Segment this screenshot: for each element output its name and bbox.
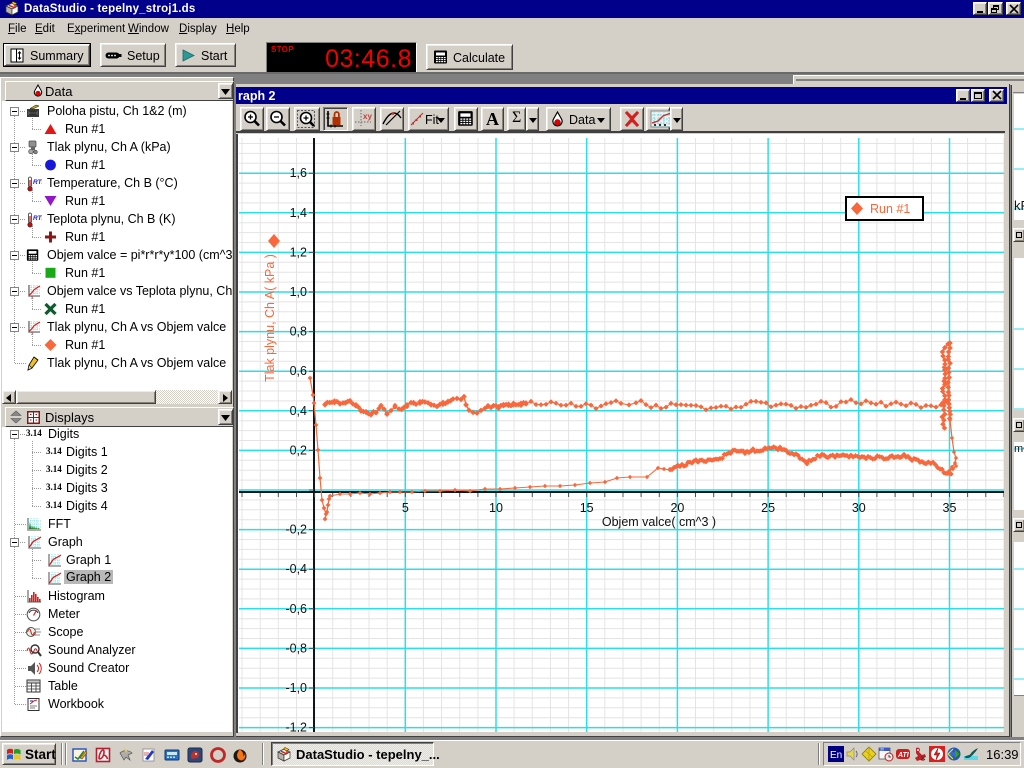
svg-text:0,4: 0,4 — [290, 404, 307, 418]
svg-text:0,6: 0,6 — [290, 364, 307, 378]
svg-text:m^: m^ — [1014, 443, 1024, 455]
svg-text:-0,2: -0,2 — [285, 523, 307, 537]
svg-text:-0,6: -0,6 — [285, 602, 307, 616]
svg-text:1,0: 1,0 — [290, 285, 307, 299]
svg-text:RTD: RTD — [33, 215, 42, 222]
svg-text:Run #1: Run #1 — [870, 202, 910, 216]
svg-text:xy: xy — [363, 112, 372, 121]
svg-text:10: 10 — [489, 501, 503, 515]
svg-text:-1,0: -1,0 — [285, 681, 307, 695]
svg-text:Objem valce( cm^3 ): Objem valce( cm^3 ) — [602, 515, 716, 529]
svg-text:1,4: 1,4 — [290, 206, 307, 220]
svg-text:20: 20 — [670, 501, 684, 515]
svg-text:15: 15 — [580, 501, 594, 515]
svg-text:ATI: ATI — [897, 752, 910, 759]
svg-text:25: 25 — [761, 501, 775, 515]
svg-text:35: 35 — [943, 501, 957, 515]
svg-text:1,6: 1,6 — [290, 166, 307, 180]
svg-text:RTD: RTD — [33, 179, 42, 186]
svg-text:0,8: 0,8 — [290, 325, 307, 339]
svg-text:-0,4: -0,4 — [285, 562, 307, 576]
svg-text:30: 30 — [852, 501, 866, 515]
svg-text:30: 30 — [880, 748, 884, 752]
svg-text:En: En — [830, 750, 842, 761]
svg-text:Tlak plynu, Ch A( kPa ): Tlak plynu, Ch A( kPa ) — [263, 254, 277, 382]
svg-text:-1,2: -1,2 — [285, 721, 307, 732]
svg-text:0,2: 0,2 — [290, 443, 307, 457]
svg-text:kP: kP — [1014, 198, 1024, 213]
svg-text:-0,8: -0,8 — [285, 641, 307, 655]
svg-text:1,2: 1,2 — [290, 245, 307, 259]
svg-text:5: 5 — [402, 501, 409, 515]
